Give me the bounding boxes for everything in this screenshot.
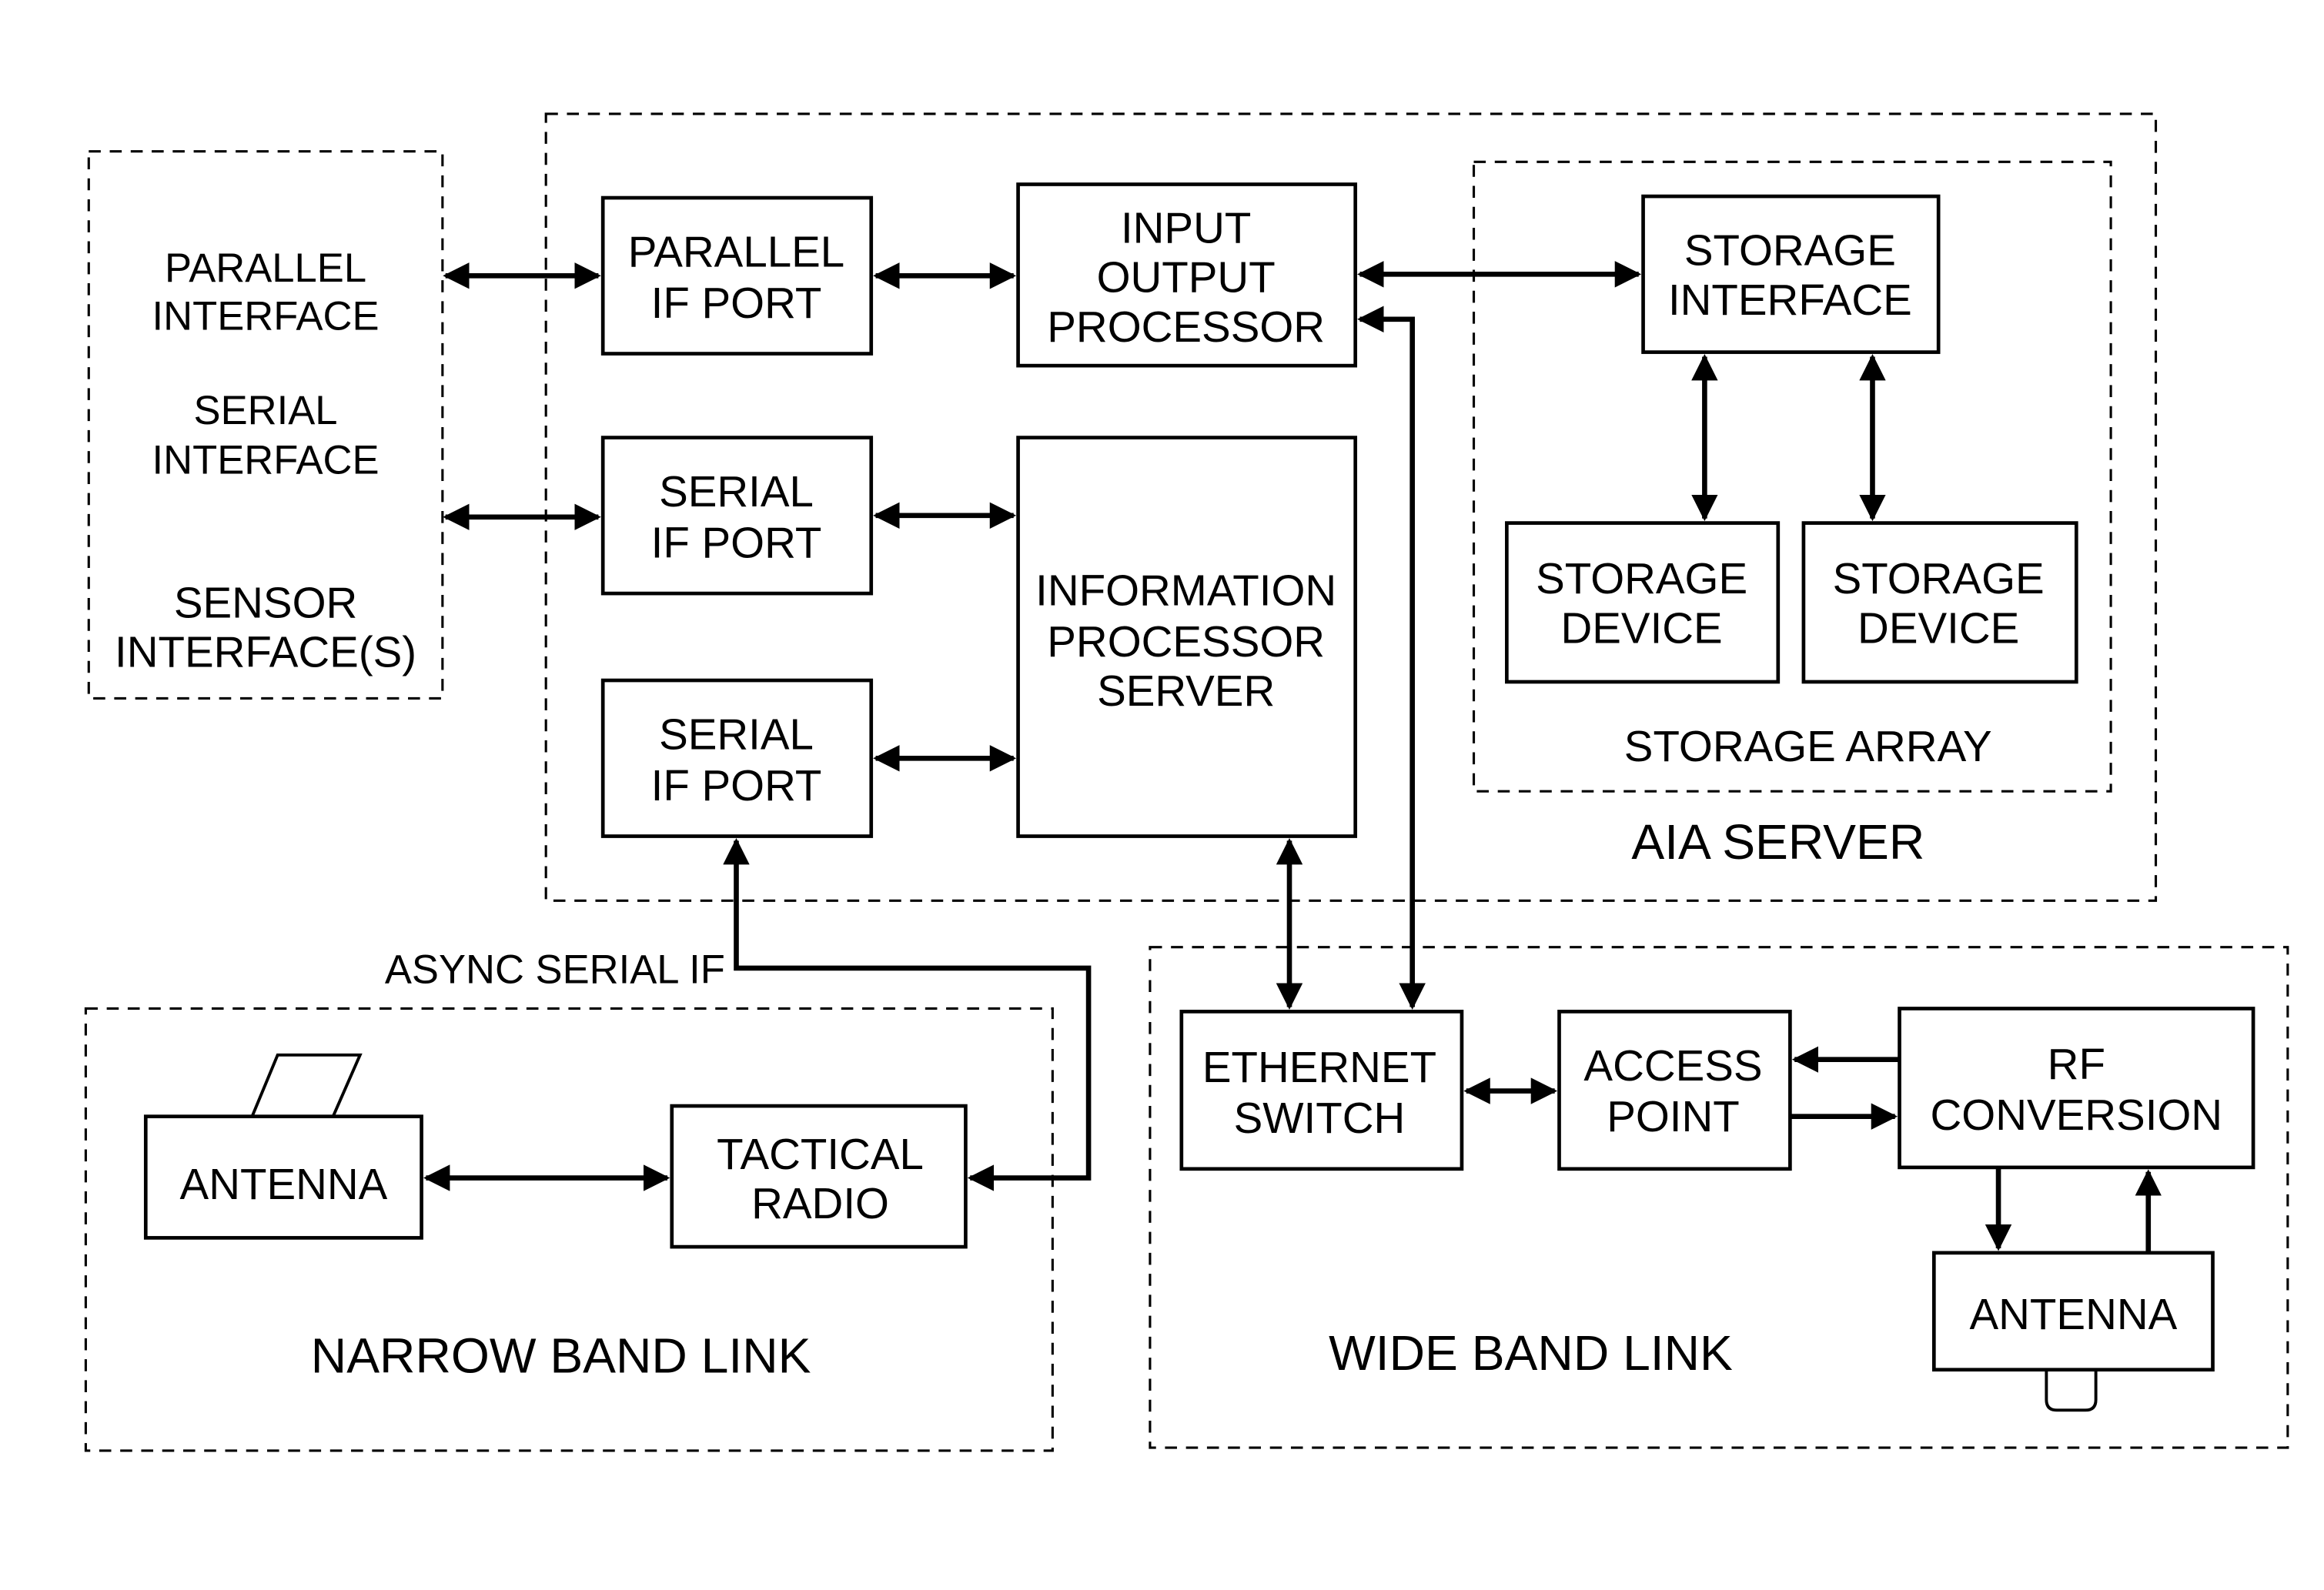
connector-ethernet-iop: [1357, 306, 1426, 1010]
wide-band-antenna-block: ANTENNA: [1931, 1251, 2215, 1372]
ethernet-switch-block: ETHERNET SWITCH: [1179, 1010, 1464, 1171]
svg-text:ANTENNA: ANTENNA: [1970, 1290, 2178, 1338]
svg-text:IF PORT: IF PORT: [651, 279, 822, 327]
narrow-band-antenna-block: ANTENNA: [143, 1114, 423, 1240]
block-diagram: PARALLEL INTERFACE SERIAL INTERFACE SENS…: [84, 112, 2289, 1452]
svg-text:SERIAL: SERIAL: [659, 710, 814, 759]
rf-conversion-block: RF CONVERSION: [1898, 1007, 2255, 1170]
svg-text:OUTPUT: OUTPUT: [1097, 253, 1276, 302]
access-point-block: ACCESS POINT: [1557, 1010, 1792, 1171]
sensor-interfaces-label: SENSOR: [174, 578, 357, 626]
sensor-interfaces-label-2: INTERFACE(S): [115, 628, 416, 676]
svg-text:INFORMATION: INFORMATION: [1035, 566, 1336, 615]
aia-server-label: AIA SERVER: [1631, 814, 1924, 870]
serial-if-port-block-1: SERIAL IF PORT: [600, 436, 874, 596]
async-serial-if-label: ASYNC SERIAL IF: [385, 947, 725, 992]
parallel-if-port-block: PARALLEL IF PORT: [600, 195, 874, 356]
svg-text:IF PORT: IF PORT: [651, 518, 822, 566]
svg-text:INPUT: INPUT: [1121, 203, 1251, 252]
narrow-band-link-label: NARROW BAND LINK: [311, 1328, 811, 1384]
svg-text:SERVER: SERVER: [1097, 666, 1275, 715]
wide-band-antenna-icon: [2045, 1369, 2098, 1412]
storage-device-block-2: STORAGE DEVICE: [1801, 521, 2078, 684]
storage-device-block-1: STORAGE DEVICE: [1505, 521, 1781, 684]
svg-text:POINT: POINT: [1607, 1092, 1740, 1141]
information-processor-server-block: INFORMATION PROCESSOR SERVER: [1016, 436, 1358, 838]
svg-text:CONVERSION: CONVERSION: [1931, 1091, 2223, 1139]
input-output-processor-block: INPUT OUTPUT PROCESSOR: [1016, 182, 1358, 368]
svg-text:PROCESSOR: PROCESSOR: [1047, 302, 1325, 351]
serial-if-port-block-2: SERIAL IF PORT: [600, 678, 874, 838]
svg-text:RF: RF: [2048, 1040, 2105, 1088]
tactical-radio-block: TACTICAL RADIO: [670, 1104, 968, 1249]
svg-text:STORAGE: STORAGE: [1684, 226, 1896, 275]
svg-text:INTERFACE: INTERFACE: [1668, 276, 1912, 324]
narrow-band-antenna-icon: [250, 1053, 363, 1117]
svg-text:DEVICE: DEVICE: [1561, 603, 1723, 652]
svg-text:ETHERNET: ETHERNET: [1202, 1043, 1436, 1091]
svg-text:SERIAL: SERIAL: [659, 467, 814, 516]
svg-text:PARALLEL: PARALLEL: [628, 228, 844, 276]
svg-text:RADIO: RADIO: [751, 1179, 889, 1228]
svg-text:IF PORT: IF PORT: [651, 761, 822, 810]
wide-band-link-label: WIDE BAND LINK: [1329, 1325, 1733, 1381]
svg-text:DEVICE: DEVICE: [1858, 603, 2019, 652]
serial-interface-label-2: INTERFACE: [152, 437, 380, 483]
svg-text:ACCESS: ACCESS: [1583, 1041, 1762, 1090]
storage-array-label: STORAGE ARRAY: [1624, 722, 1992, 770]
svg-text:TACTICAL: TACTICAL: [717, 1130, 924, 1178]
parallel-interface-label: PARALLEL: [165, 246, 366, 291]
svg-text:SWITCH: SWITCH: [1234, 1094, 1406, 1142]
svg-text:STORAGE: STORAGE: [1536, 554, 1747, 603]
svg-text:STORAGE: STORAGE: [1833, 554, 2045, 603]
svg-text:ANTENNA: ANTENNA: [180, 1160, 388, 1208]
svg-text:PROCESSOR: PROCESSOR: [1047, 617, 1325, 666]
parallel-interface-label-2: INTERFACE: [152, 293, 380, 339]
storage-interface-block: STORAGE INTERFACE: [1641, 194, 1941, 354]
serial-interface-label: SERIAL: [194, 388, 338, 433]
